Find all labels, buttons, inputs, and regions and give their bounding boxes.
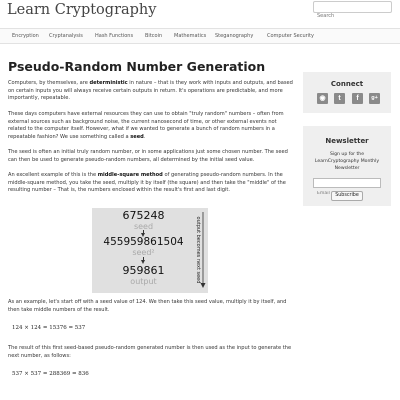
newsletter-title: Newsletter — [325, 137, 369, 145]
search-box[interactable] — [313, 1, 392, 21]
equation-2: 537 × 537 = 288369 = 836 — [12, 371, 89, 377]
diagram-output-label: output — [130, 277, 157, 286]
page-title: Pseudo-Random Number Generation — [8, 59, 266, 74]
connect-widget: Connect ◉ t f g+ — [303, 72, 391, 113]
twitter-icon[interactable]: t — [334, 93, 345, 104]
diagram-squared-label: seed² — [132, 248, 155, 257]
paragraph-example: As an example, let's start off with a se… — [8, 299, 287, 313]
diagram-squared-value: 455959861504 — [103, 236, 184, 248]
paragraph-next-number: The result of this first seed-based pseu… — [8, 345, 292, 359]
email-field-wrap — [313, 178, 381, 198]
paragraph-intro: Computers, by themselves, are determinis… — [8, 80, 293, 102]
nav-item-bitcoin[interactable]: Bitcoin — [145, 33, 162, 39]
google-plus-icon[interactable]: g+ — [369, 93, 380, 104]
nav-item-steganography[interactable]: Steganography — [215, 33, 253, 39]
diagram-seed-value: 675248 — [122, 209, 165, 222]
diagram-output-value: 959861 — [122, 264, 165, 277]
diagram-side-caption: output becomes next seed — [195, 216, 201, 284]
facebook-icon[interactable]: f — [352, 93, 363, 104]
nav-item-mathematics[interactable]: Mathematics — [174, 33, 206, 39]
paragraph-middle-square: An excellent example of this is the midd… — [8, 172, 286, 194]
rss-icon[interactable]: ◉ — [317, 93, 328, 104]
diagram-side-caption-wrap: output becomes next seed — [194, 210, 206, 290]
site-title[interactable]: Learn Cryptography — [7, 2, 156, 18]
connect-title: Connect — [330, 80, 364, 88]
main-nav: Encryption Cryptanalysis Hash Functions … — [0, 28, 400, 44]
nav-item-computer-security[interactable]: Computer Security — [267, 33, 314, 39]
search-input[interactable] — [314, 11, 391, 21]
nav-item-hash-functions[interactable]: Hash Functions — [95, 33, 133, 39]
paragraph-seed: The seed is often an initial truly rando… — [8, 149, 288, 163]
paragraph-true-random: These days computers have external resou… — [8, 111, 284, 140]
newsletter-widget: Newsletter Sign up for the LearnCryptogr… — [303, 126, 391, 206]
subscribe-button[interactable]: Subscribe — [331, 191, 363, 201]
newsletter-description: Sign up for the LearnCryptography Monthl… — [314, 152, 380, 171]
equation-1: 124 × 124 = 15376 = 537 — [12, 325, 86, 331]
nav-item-encryption[interactable]: Encryption — [12, 33, 39, 39]
nav-item-cryptanalysis[interactable]: Cryptanalysis — [49, 33, 83, 39]
middle-square-diagram: 675248 seed 455959861504 seed² 959861 ou… — [92, 208, 208, 293]
